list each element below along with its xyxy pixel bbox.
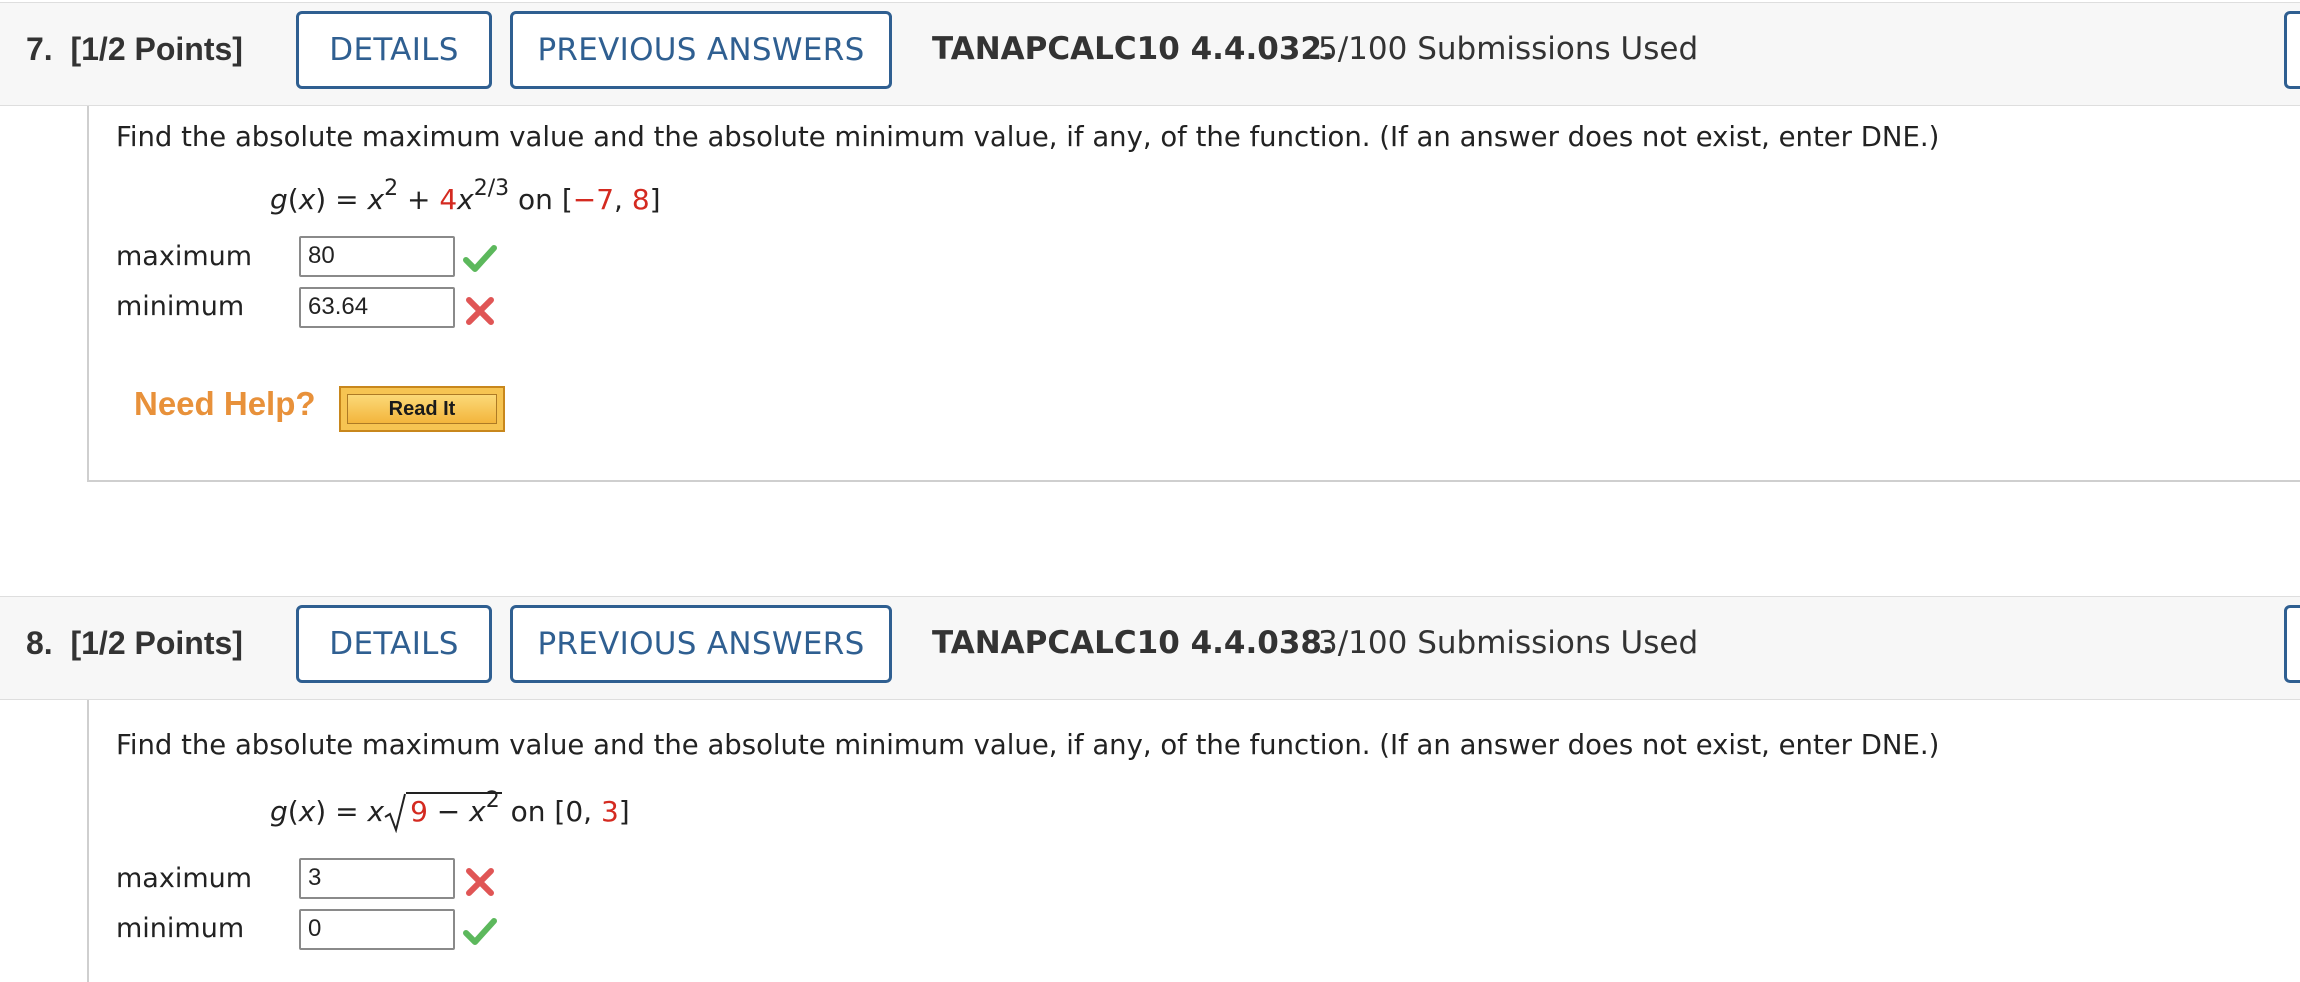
maximum-label: maximum	[116, 863, 253, 894]
question-header-7: 7. [1/2 Points] DETAILS PREVIOUS ANSWERS…	[0, 2, 2300, 106]
read-it-label: Read It	[347, 394, 497, 424]
check-icon	[463, 918, 497, 945]
question-prompt: Find the absolute maximum value and the …	[116, 729, 1940, 761]
submissions-used: 5/100 Submissions Used	[1318, 31, 1699, 67]
radical-sign-icon	[384, 793, 407, 834]
need-help-label: Need Help?	[134, 385, 316, 422]
minimum-input[interactable]: 63.64	[299, 287, 455, 328]
maximum-input[interactable]: 3	[299, 858, 455, 899]
previous-answers-button[interactable]: PREVIOUS ANSWERS	[510, 605, 892, 683]
header-edge-button[interactable]	[2284, 11, 2300, 89]
function-formula: g(x) = x2 + 4x2/3 on [−7, 8]	[270, 176, 661, 217]
question-header-8: 8. [1/2 Points] DETAILS PREVIOUS ANSWERS…	[0, 596, 2300, 700]
question-prompt: Find the absolute maximum value and the …	[116, 121, 1940, 153]
function-formula: g(x) = x9 − x2 on [0, 3]	[270, 790, 630, 834]
problem-code: TANAPCALC10 4.4.038.	[932, 625, 1334, 661]
question-number: 7. [1/2 Points]	[26, 31, 243, 67]
cross-icon	[466, 868, 494, 896]
square-root: 9 − x2	[384, 790, 502, 834]
minimum-input[interactable]: 0	[299, 909, 455, 950]
maximum-label: maximum	[116, 241, 253, 272]
maximum-input[interactable]: 80	[299, 236, 455, 277]
read-it-button[interactable]: Read It	[339, 386, 505, 432]
minimum-label: minimum	[116, 913, 245, 944]
previous-answers-button[interactable]: PREVIOUS ANSWERS	[510, 11, 892, 89]
header-edge-button[interactable]	[2284, 605, 2300, 683]
minimum-label: minimum	[116, 291, 245, 322]
submissions-used: 3/100 Submissions Used	[1318, 625, 1699, 661]
cross-icon	[466, 297, 494, 325]
question-number: 8. [1/2 Points]	[26, 625, 243, 661]
details-button[interactable]: DETAILS	[296, 11, 492, 89]
check-icon	[463, 245, 497, 272]
details-button[interactable]: DETAILS	[296, 605, 492, 683]
problem-code: TANAPCALC10 4.4.032.	[932, 31, 1334, 67]
